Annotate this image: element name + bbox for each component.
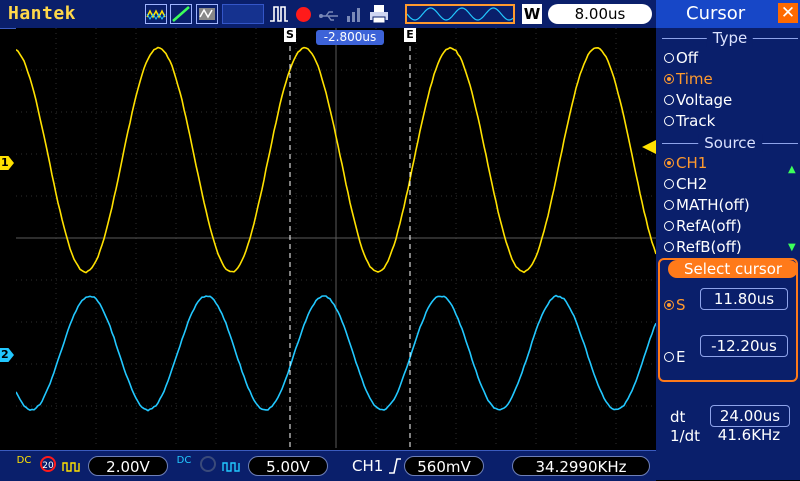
ch1-bandwidth-limit-icon[interactable]: 20 [40,456,56,472]
status-box [222,4,264,24]
usb-icon [318,4,342,24]
cursor-s-value[interactable]: 11.80us [700,288,788,310]
timebase-readout[interactable]: 8.00us [548,4,652,24]
pulse-icon[interactable] [268,4,290,24]
inverse-dt-label: 1/dt [670,427,700,445]
source-option-refb-off[interactable]: RefB(off) [664,238,742,256]
ch1-probe-icon [62,458,82,477]
frequency-readout: 34.2990KHz [512,456,650,476]
ch2-volts-per-div[interactable]: 5.00V [248,456,328,476]
trigger-source[interactable]: CH1 [352,457,383,475]
dt-label: dt [670,408,685,426]
scroll-down-icon[interactable]: ▼ [788,242,796,253]
ch1-volts-per-div[interactable]: 2.00V [88,456,168,476]
window-indicator: W [522,4,542,24]
scroll-up-icon[interactable]: ▲ [788,164,796,175]
waveform-overview-icon [405,4,515,24]
ramp-icon[interactable] [170,4,192,24]
source-option-refa-off[interactable]: RefA(off) [664,217,742,235]
cursor-e-marker[interactable]: E [404,28,416,42]
waveform-display-icon[interactable] [145,4,167,24]
ch1-offset-marker[interactable]: 1 [0,156,14,170]
source-option-math-off[interactable]: MATH(off) [664,196,750,214]
trigger-level[interactable]: 560mV [404,456,484,476]
ch2-bandwidth-limit-icon[interactable] [200,456,216,472]
type-option-off[interactable]: Off [664,49,698,67]
stop-icon[interactable] [296,7,311,22]
ch2-probe-icon [222,458,242,477]
source-option-ch1[interactable]: CH1 [664,154,707,172]
waveform-canvas [16,28,656,448]
cursor-s-marker[interactable]: S [284,28,296,42]
ch2-coupling[interactable]: DC [174,456,194,466]
brand-logo: Hantek [8,3,76,24]
waveform-plot[interactable] [16,28,656,448]
type-option-track[interactable]: Track [664,112,715,130]
ch2-offset-marker[interactable]: 2 [0,348,14,362]
rising-edge-icon[interactable] [388,456,402,480]
bottom-status-bar: DC 20 2.00V DC 5.00V CH1 560mV 34.2990KH… [0,450,656,481]
inverse-dt-value: 41.6KHz [710,425,788,445]
source-option-ch2[interactable]: CH2 [664,175,707,193]
ch1-coupling[interactable]: DC [14,456,34,466]
persistence-icon[interactable] [196,4,218,24]
dt-value: 24.00us [710,405,790,427]
select-cursor-s[interactable]: S [664,296,686,314]
top-toolbar: Hantek W 8.00us [0,0,656,29]
select-cursor-header: Select cursor [668,260,798,278]
cursor-e-value[interactable]: -12.20us [700,335,788,357]
close-icon[interactable]: ✕ [778,3,798,23]
print-icon[interactable] [368,4,390,24]
trigger-position-readout[interactable]: -2.800us [316,30,384,45]
signal-bars-icon [346,4,362,24]
type-option-time[interactable]: Time [664,70,713,88]
select-cursor-e[interactable]: E [664,348,685,366]
type-option-voltage[interactable]: Voltage [664,91,732,109]
cursor-menu-panel: Cursor ✕ Type Off Time Voltage Track Source… [656,0,800,480]
